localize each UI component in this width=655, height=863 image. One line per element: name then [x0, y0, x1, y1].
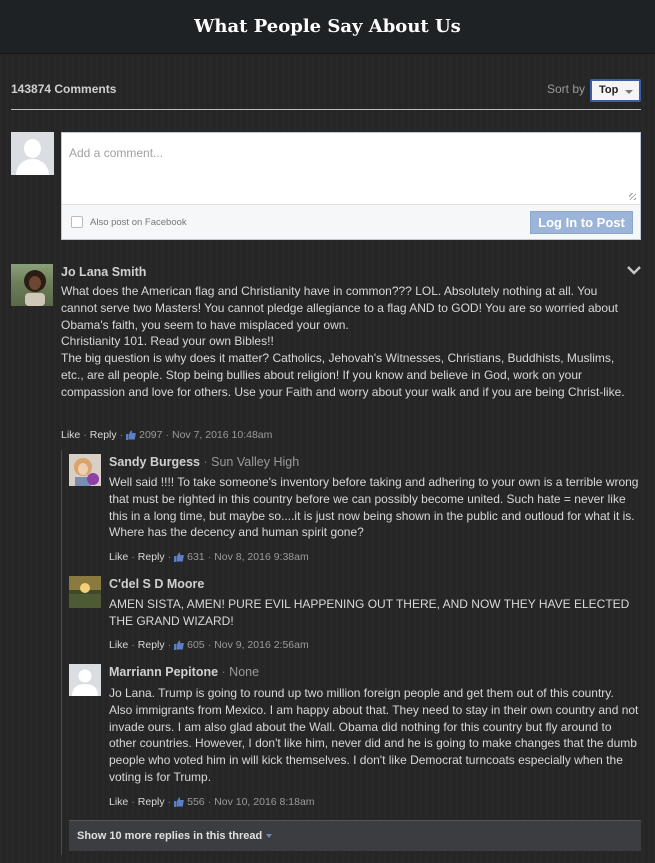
comment-text: Well said !!!! To take someone's invento… — [109, 475, 639, 540]
avatar-photo — [69, 454, 101, 486]
like-link[interactable]: Like — [109, 796, 128, 808]
sort-select[interactable]: Top — [590, 79, 641, 102]
avatar[interactable] — [69, 454, 101, 486]
comment-date[interactable]: Nov 7, 2016 10:48am — [172, 429, 272, 441]
comment-input[interactable] — [62, 133, 640, 205]
comment-actions: Like · Reply · 556 · Nov 10, 2016 8:18am — [109, 796, 315, 808]
avatar-silhouette-icon — [24, 139, 41, 158]
comment-text: Jo Lana. Trump is going to round up two … — [109, 686, 639, 784]
like-count: 2097 — [139, 429, 163, 441]
author-affiliation[interactable]: Sun Valley High — [211, 455, 299, 469]
current-user-avatar — [11, 132, 54, 175]
author-name[interactable]: Sandy Burgess — [109, 455, 200, 469]
reply-link[interactable]: Reply — [138, 639, 165, 651]
avatar[interactable] — [11, 264, 53, 306]
thumbs-up-icon — [174, 552, 184, 562]
author-name[interactable]: Jo Lana Smith — [61, 265, 146, 279]
comment-author[interactable]: Jo Lana Smith — [61, 265, 146, 279]
comment-composer: Also post on Facebook Log In to Post — [61, 132, 641, 240]
author-name[interactable]: Marriann Pepitone — [109, 665, 218, 679]
dropdown-caret-icon — [266, 834, 273, 839]
show-more-replies-label: Show 10 more replies in this thread — [77, 830, 263, 842]
comment-author[interactable]: C'del S D Moore — [109, 577, 204, 591]
chevron-down-icon[interactable] — [626, 264, 642, 276]
reply-thread-line — [61, 450, 62, 855]
comment-actions: Like · Reply · 631 · Nov 8, 2016 9:38am — [109, 551, 309, 563]
like-count: 631 — [187, 551, 205, 563]
avatar[interactable] — [69, 664, 101, 696]
like-count: 556 — [187, 796, 205, 808]
author-name[interactable]: C'del S D Moore — [109, 577, 204, 591]
reply-link[interactable]: Reply — [138, 796, 165, 808]
thumbs-up-icon — [174, 797, 184, 807]
facebook-checkbox-label: Also post on Facebook — [90, 217, 187, 228]
dropdown-caret-icon — [625, 90, 633, 94]
facebook-checkbox[interactable] — [71, 216, 83, 228]
reply-link[interactable]: Reply — [138, 551, 165, 563]
author-affiliation[interactable]: None — [229, 665, 259, 679]
reply-link[interactable]: Reply — [90, 429, 117, 441]
comment-actions: Like · Reply · 2097 · Nov 7, 2016 10:48a… — [61, 429, 273, 441]
comment-text: What does the American flag and Christia… — [61, 284, 625, 399]
comment-date[interactable]: Nov 9, 2016 2:56am — [214, 639, 309, 651]
like-link[interactable]: Like — [109, 639, 128, 651]
thumbs-up-icon — [126, 430, 136, 440]
comment-date[interactable]: Nov 10, 2016 8:18am — [214, 796, 314, 808]
avatar-silhouette-icon — [69, 664, 101, 696]
thumbs-up-icon — [174, 640, 184, 650]
like-count: 605 — [187, 639, 205, 651]
avatar[interactable] — [69, 576, 101, 608]
comment-author[interactable]: Sandy Burgess · Sun Valley High — [109, 455, 299, 469]
comment-actions: Like · Reply · 605 · Nov 9, 2016 2:56am — [109, 639, 309, 651]
page-title: What People Say About Us — [194, 16, 461, 37]
comments-toolbar: 143874 Comments Sort by Top — [11, 78, 641, 110]
page-header: What People Say About Us — [0, 0, 655, 54]
show-more-replies-button[interactable]: Show 10 more replies in this thread — [69, 820, 641, 851]
avatar-photo — [69, 576, 101, 608]
resize-handle[interactable] — [629, 193, 636, 200]
comment-author[interactable]: Marriann Pepitone · None — [109, 665, 259, 679]
comment-date[interactable]: Nov 8, 2016 9:38am — [214, 551, 309, 563]
login-to-post-button[interactable]: Log In to Post — [530, 211, 633, 234]
avatar-photo — [24, 270, 46, 306]
like-link[interactable]: Like — [61, 429, 80, 441]
comment-count: 143874 Comments — [11, 82, 117, 96]
comment-text: AMEN SISTA, AMEN! PURE EVIL HAPPENING OU… — [109, 597, 630, 628]
like-link[interactable]: Like — [109, 551, 128, 563]
sort-value: Top — [599, 84, 619, 96]
sort-label: Sort by — [546, 82, 585, 96]
